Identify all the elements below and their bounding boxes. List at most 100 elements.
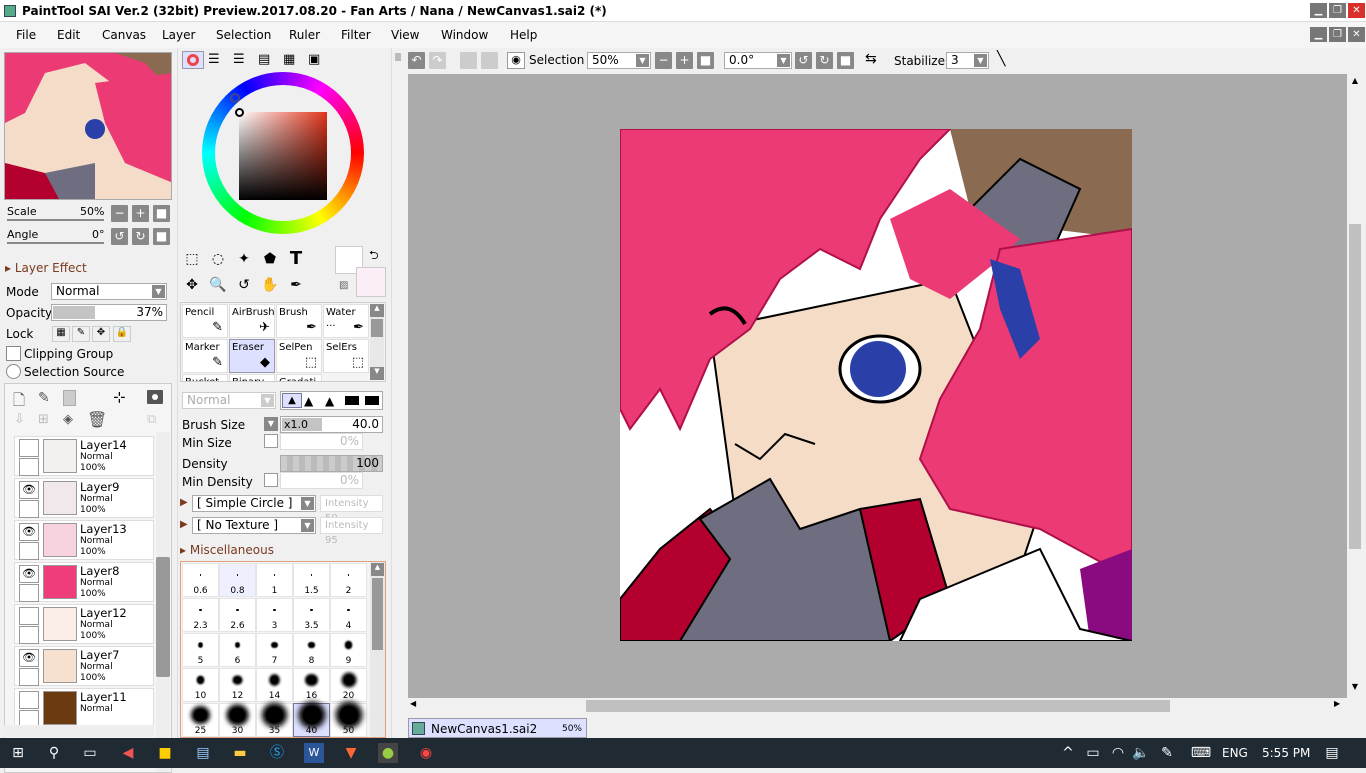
brush-edge-selector[interactable]: ▲ ▲ ▲: [280, 391, 383, 410]
zoom-reset-button[interactable]: ■: [153, 205, 170, 222]
tool-selers[interactable]: SelErs ⬚: [323, 339, 369, 373]
copy-layer-icon[interactable]: ⊞: [38, 412, 49, 427]
eye-icon[interactable]: 👁: [19, 523, 39, 541]
menu-filter[interactable]: Filter: [341, 28, 371, 42]
brush-size-option[interactable]: 14: [256, 668, 293, 702]
redo-button[interactable]: ↷: [429, 52, 446, 69]
canvas-zoom-in-button[interactable]: +: [676, 52, 693, 69]
lasso-icon[interactable]: ◌: [207, 248, 229, 270]
eyedropper-icon[interactable]: ✒: [285, 274, 307, 296]
canvas-hscrollbar-thumb[interactable]: [586, 700, 1170, 712]
rotate-right-button[interactable]: ↻: [132, 228, 149, 245]
battery-icon[interactable]: ▭: [1083, 743, 1103, 763]
restore-button[interactable]: ❐: [1329, 3, 1346, 18]
layer-hscrollbar[interactable]: [4, 725, 154, 737]
eye-icon[interactable]: 👁: [19, 565, 39, 583]
brush-size-option[interactable]: 2.3: [182, 598, 219, 632]
brush-size-option[interactable]: 1: [256, 563, 293, 597]
hsv-slider-tab[interactable]: ☰: [233, 52, 245, 67]
layer-item[interactable]: 👁 Layer8 Normal 100%: [14, 562, 154, 602]
brush-size-option[interactable]: 2: [330, 563, 367, 597]
delete-layer-icon[interactable]: 🗑: [87, 410, 107, 429]
layer-item[interactable]: 👁 Layer13 Normal 100%: [14, 520, 154, 560]
layer-select-checkbox[interactable]: [19, 542, 39, 560]
canvas-vscrollbar[interactable]: ▲ ▼: [1347, 74, 1363, 698]
hand-icon[interactable]: ✋: [259, 274, 281, 296]
move-icon[interactable]: ✥: [181, 274, 203, 296]
magic-wand-icon[interactable]: ✦: [233, 248, 255, 270]
rotate-icon[interactable]: ↺: [233, 274, 255, 296]
brush-size-option[interactable]: 8: [293, 633, 330, 667]
layer-item[interactable]: Layer11 Normal: [14, 688, 154, 728]
texture-expand-icon[interactable]: ▶: [180, 519, 188, 530]
canvas-rotate-right-button[interactable]: ↻: [816, 52, 833, 69]
doc-minimize-button[interactable]: ▁: [1310, 27, 1327, 42]
canvas-rotate-left-button[interactable]: ↺: [795, 52, 812, 69]
transparent-color-icon[interactable]: ▨: [339, 280, 348, 291]
brush-size-option[interactable]: 7: [256, 633, 293, 667]
brush-size-option[interactable]: 5: [182, 633, 219, 667]
rotate-left-button[interactable]: ↺: [111, 228, 128, 245]
color-marker[interactable]: [235, 108, 244, 117]
edge-soft-option[interactable]: ▲: [282, 393, 302, 408]
visibility-toggle[interactable]: [19, 607, 39, 625]
sticky-notes-icon[interactable]: ■: [155, 743, 175, 763]
edge-hardest-option[interactable]: [365, 396, 379, 405]
tool-pencil[interactable]: Pencil ✎: [182, 304, 228, 338]
tool-water[interactable]: Water ... ✒: [323, 304, 369, 338]
layer-mask-icon[interactable]: [147, 390, 163, 404]
menu-layer[interactable]: Layer: [162, 28, 195, 42]
canvas-vscrollbar-thumb[interactable]: [1349, 224, 1361, 549]
menu-window[interactable]: Window: [441, 28, 488, 42]
brush-size-option[interactable]: 50: [330, 703, 367, 737]
scale-slider[interactable]: [7, 219, 104, 221]
tool-grid-scrollbar[interactable]: ▲ ▼: [370, 304, 384, 380]
background-color-swatch[interactable]: [356, 267, 386, 297]
start-icon[interactable]: ⊞: [8, 743, 28, 763]
brush-size-option[interactable]: 2.6: [219, 598, 256, 632]
size-grid-scrollbar[interactable]: ▲: [370, 562, 385, 737]
tool-gradati[interactable]: Gradati...: [276, 374, 326, 381]
pen-icon[interactable]: ✎: [1157, 743, 1177, 763]
show-selection-eye-icon[interactable]: ◉: [507, 52, 525, 69]
tool-marker[interactable]: Marker ✎: [182, 339, 228, 373]
flip-horizontal-icon[interactable]: ⇆: [865, 51, 877, 67]
layer-scrollbar[interactable]: [156, 432, 170, 772]
edge-hard-option[interactable]: ▲: [325, 394, 334, 408]
brush-size-option[interactable]: 4: [330, 598, 367, 632]
deselect-button[interactable]: [460, 52, 477, 69]
brush-size-option[interactable]: 30: [219, 703, 256, 737]
brush-size-option[interactable]: 9: [330, 633, 367, 667]
minimize-button[interactable]: ▁: [1310, 3, 1327, 18]
volume-icon[interactable]: 🔈: [1131, 743, 1151, 763]
navigator-preview[interactable]: [4, 52, 172, 200]
brush-size-option[interactable]: 16: [293, 668, 330, 702]
tool-selpen[interactable]: SelPen ⬚: [276, 339, 322, 373]
show-hidden-icons[interactable]: ^: [1058, 743, 1078, 763]
transform-layer-icon[interactable]: ⊹: [113, 388, 126, 406]
clock[interactable]: 5:55 PM: [1262, 746, 1310, 760]
opacity-slider[interactable]: 37%: [51, 304, 167, 321]
edge-harder-option[interactable]: [345, 396, 359, 405]
texture-intensity-slider[interactable]: Intensity 95: [320, 517, 383, 546]
tool-airbrush[interactable]: AirBrush ✈: [229, 304, 275, 338]
new-folder-icon[interactable]: [63, 390, 76, 406]
eye-icon[interactable]: 👁: [19, 649, 39, 667]
layer-select-checkbox[interactable]: [19, 500, 39, 518]
blend-mode-select[interactable]: Normal ▼: [51, 283, 167, 300]
canvas-rotate-reset-button[interactable]: ■: [837, 52, 854, 69]
zoom-out-button[interactable]: −: [111, 205, 128, 222]
brush-size-multiplier-dropdown[interactable]: ▼: [264, 417, 278, 431]
menu-file[interactable]: File: [16, 28, 36, 42]
tool-bucket[interactable]: Bucket: [182, 374, 228, 381]
language-indicator[interactable]: ENG: [1222, 746, 1248, 760]
rotation-select[interactable]: 0.0° ▼: [724, 52, 792, 69]
rect-select-icon[interactable]: ⬚: [181, 248, 203, 270]
brush-size-option[interactable]: 3.5: [293, 598, 330, 632]
lock-paint-icon[interactable]: ✎: [72, 326, 90, 342]
canvas-hscrollbar[interactable]: ◀ ▶: [408, 698, 1347, 714]
undo-button[interactable]: ↶: [408, 52, 425, 69]
shape-icon[interactable]: ⬟: [259, 248, 281, 270]
action-center-icon[interactable]: ▤: [1322, 743, 1342, 763]
saturation-value-square[interactable]: [239, 112, 327, 200]
